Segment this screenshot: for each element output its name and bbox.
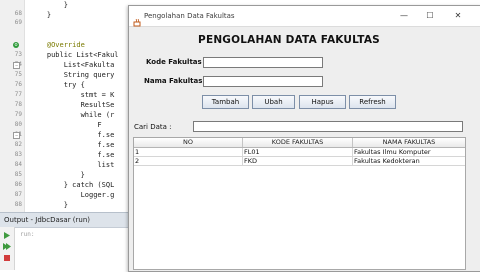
rerun-icon[interactable] bbox=[3, 243, 11, 250]
editor-gutter: 68 69 o 73 74 75 76 77 78 79 80 81 82 83… bbox=[0, 0, 25, 212]
cari-data-label: Cari Data : bbox=[134, 123, 172, 131]
hapus-button[interactable]: Hapus bbox=[299, 95, 346, 109]
line-number: 84 bbox=[14, 161, 22, 168]
table-cell-no: 1 bbox=[134, 148, 243, 156]
column-header-no[interactable]: NO bbox=[134, 138, 243, 147]
table-cell-nama: Fakultas Ilmu Komputer bbox=[354, 148, 431, 156]
code-line: } bbox=[30, 171, 85, 179]
code-line: while (r bbox=[30, 111, 115, 119]
code-line: f.se bbox=[30, 151, 115, 159]
tambah-button[interactable]: Tambah bbox=[202, 95, 249, 109]
code-editor[interactable]: } } @Override public List<Fakul List<Fak… bbox=[30, 0, 130, 212]
line-number: 82 bbox=[14, 141, 22, 148]
line-number: 73 bbox=[14, 51, 22, 58]
line-number: 68 bbox=[14, 10, 22, 17]
column-header-nama[interactable]: NAMA FAKULTAS bbox=[353, 138, 465, 147]
run-icon[interactable] bbox=[3, 232, 11, 239]
ubah-button[interactable]: Ubah bbox=[252, 95, 295, 109]
fakultas-table[interactable]: NO KODE FAKULTAS NAMA FAKULTAS 1 FL01 Fa… bbox=[133, 137, 466, 270]
line-number: 69 bbox=[14, 19, 22, 26]
line-number: 77 bbox=[14, 91, 22, 98]
stop-icon[interactable] bbox=[4, 255, 10, 261]
code-line: @Override bbox=[30, 41, 85, 49]
close-icon[interactable]: ✕ bbox=[451, 10, 465, 22]
code-line: List<Fakulta bbox=[30, 61, 115, 69]
code-line: public List<Fakul bbox=[30, 51, 119, 59]
table-cell-kode: FL01 bbox=[243, 148, 353, 156]
code-line: } bbox=[30, 11, 52, 19]
nama-fakultas-label: Nama Fakultas : bbox=[144, 77, 208, 85]
maximize-icon[interactable]: ☐ bbox=[423, 10, 437, 22]
line-number: 75 bbox=[14, 71, 22, 78]
code-line: Logger.g bbox=[30, 191, 115, 199]
table-row[interactable]: 1 FL01 Fakultas Ilmu Komputer bbox=[134, 148, 465, 157]
output-panel-header[interactable]: Output - JdbcDasar (run) bbox=[0, 212, 128, 228]
output-panel-title: Output - JdbcDasar (run) bbox=[4, 216, 91, 224]
code-line: F bbox=[30, 121, 102, 129]
output-toolbar bbox=[0, 227, 15, 270]
fold-toggle-icon[interactable]: − bbox=[13, 132, 20, 139]
code-line: } catch (SQL bbox=[30, 181, 115, 189]
code-line: list bbox=[30, 161, 115, 169]
table-row[interactable]: 2 FKD Fakultas Kedokteran bbox=[134, 157, 465, 166]
dialog-title: Pengolahan Data Fakultas bbox=[144, 12, 235, 20]
table-header: NO KODE FAKULTAS NAMA FAKULTAS bbox=[134, 138, 465, 148]
code-line: } bbox=[30, 201, 68, 209]
kode-fakultas-label: Kode Fakultas : bbox=[146, 58, 207, 66]
line-number: 86 bbox=[14, 181, 22, 188]
line-number: 83 bbox=[14, 151, 22, 158]
line-number: 88 bbox=[14, 201, 22, 208]
dialog-titlebar[interactable]: Pengolahan Data Fakultas — ☐ ✕ bbox=[129, 6, 480, 27]
java-app-icon bbox=[133, 12, 141, 27]
code-line: ResultSe bbox=[30, 101, 115, 109]
code-line: } bbox=[30, 1, 68, 9]
code-line: f.se bbox=[30, 131, 115, 139]
column-header-kode[interactable]: KODE FAKULTAS bbox=[243, 138, 353, 147]
output-console-text: run: bbox=[20, 231, 35, 238]
code-line: f.se bbox=[30, 141, 115, 149]
code-line: String query bbox=[30, 71, 115, 79]
code-line: try { bbox=[30, 81, 85, 89]
line-number: 87 bbox=[14, 191, 22, 198]
line-number: 76 bbox=[14, 81, 22, 88]
refresh-button[interactable]: Refresh bbox=[349, 95, 396, 109]
line-number: 78 bbox=[14, 101, 22, 108]
line-number: 79 bbox=[14, 111, 22, 118]
line-number: 80 bbox=[14, 121, 22, 128]
table-cell-kode: FKD bbox=[243, 157, 353, 165]
table-cell-nama: Fakultas Kedokteran bbox=[354, 157, 420, 165]
line-number: 85 bbox=[14, 171, 22, 178]
fold-toggle-icon[interactable]: − bbox=[13, 62, 20, 69]
fakultas-dialog: Pengolahan Data Fakultas — ☐ ✕ PENGOLAHA… bbox=[128, 5, 480, 272]
override-marker-icon[interactable]: o bbox=[13, 42, 19, 48]
cari-data-input[interactable] bbox=[193, 121, 463, 132]
kode-fakultas-input[interactable] bbox=[203, 57, 323, 68]
minimize-icon[interactable]: — bbox=[397, 10, 411, 22]
table-cell-no: 2 bbox=[134, 157, 243, 165]
nama-fakultas-input[interactable] bbox=[203, 76, 323, 87]
code-line: stmt = K bbox=[30, 91, 115, 99]
form-heading: PENGOLAHAN DATA FAKULTAS bbox=[198, 34, 380, 46]
